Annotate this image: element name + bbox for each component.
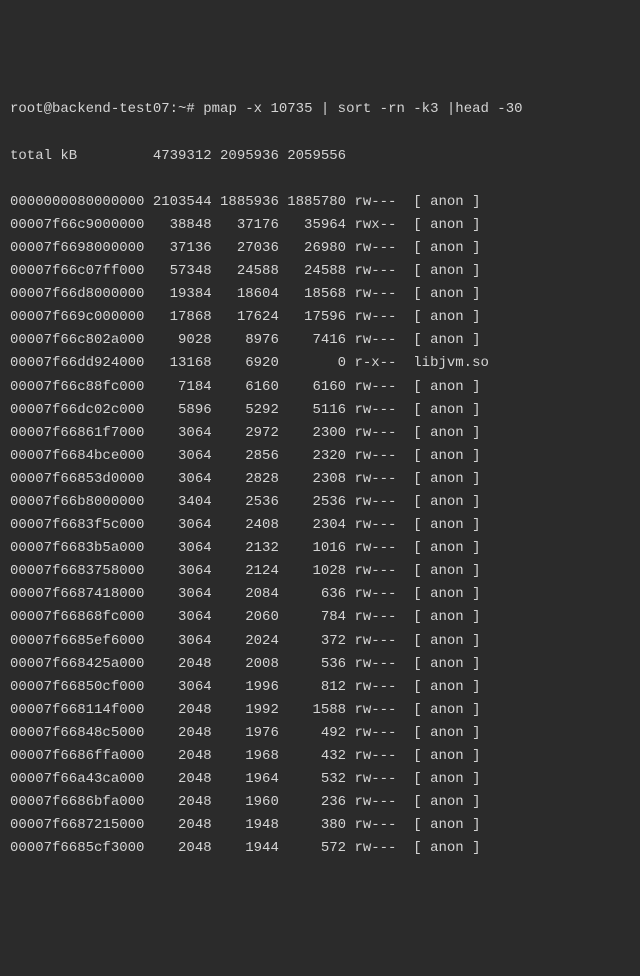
pmap-row: 00007f6685cf3000 2048 1944 572 rw--- [ a… bbox=[10, 837, 630, 860]
pmap-row: 00007f6683f5c000 3064 2408 2304 rw--- [ … bbox=[10, 514, 630, 537]
pmap-row: 00007f6686bfa000 2048 1960 236 rw--- [ a… bbox=[10, 791, 630, 814]
command: pmap -x 10735 | sort -rn -k3 |head -30 bbox=[203, 101, 522, 117]
pmap-row: 00007f6683b5a000 3064 2132 1016 rw--- [ … bbox=[10, 537, 630, 560]
pmap-row: 00007f668425a000 2048 2008 536 rw--- [ a… bbox=[10, 653, 630, 676]
pmap-row: 00007f6684bce000 3064 2856 2320 rw--- [ … bbox=[10, 445, 630, 468]
pmap-row: 00007f66c07ff000 57348 24588 24588 rw---… bbox=[10, 260, 630, 283]
pmap-row: 00007f66c802a000 9028 8976 7416 rw--- [ … bbox=[10, 329, 630, 352]
pmap-row: 00007f6687418000 3064 2084 636 rw--- [ a… bbox=[10, 583, 630, 606]
pmap-row: 00007f6686ffa000 2048 1968 432 rw--- [ a… bbox=[10, 745, 630, 768]
pmap-row: 00007f66dd924000 13168 6920 0 r-x-- libj… bbox=[10, 352, 630, 375]
pmap-row: 00007f66861f7000 3064 2972 2300 rw--- [ … bbox=[10, 422, 630, 445]
pmap-row: 00007f66dc02c000 5896 5292 5116 rw--- [ … bbox=[10, 399, 630, 422]
pmap-row: 00007f6683758000 3064 2124 1028 rw--- [ … bbox=[10, 560, 630, 583]
prompt-line: root@backend-test07:~# pmap -x 10735 | s… bbox=[10, 98, 630, 121]
pmap-row: 00007f669c000000 17868 17624 17596 rw---… bbox=[10, 306, 630, 329]
total-line: total kB 4739312 2095936 2059556 bbox=[10, 145, 630, 168]
pmap-row: 00007f66a43ca000 2048 1964 532 rw--- [ a… bbox=[10, 768, 630, 791]
pmap-row: 00007f6685ef6000 3064 2024 372 rw--- [ a… bbox=[10, 630, 630, 653]
pmap-row: 00007f66d8000000 19384 18604 18568 rw---… bbox=[10, 283, 630, 306]
prompt: root@backend-test07:~# bbox=[10, 101, 195, 117]
pmap-row: 0000000080000000 2103544 1885936 1885780… bbox=[10, 191, 630, 214]
pmap-row: 00007f6687215000 2048 1948 380 rw--- [ a… bbox=[10, 814, 630, 837]
pmap-row: 00007f668114f000 2048 1992 1588 rw--- [ … bbox=[10, 699, 630, 722]
pmap-row: 00007f66850cf000 3064 1996 812 rw--- [ a… bbox=[10, 676, 630, 699]
pmap-row: 00007f66868fc000 3064 2060 784 rw--- [ a… bbox=[10, 606, 630, 629]
pmap-row: 00007f66853d0000 3064 2828 2308 rw--- [ … bbox=[10, 468, 630, 491]
pmap-row: 00007f6698000000 37136 27036 26980 rw---… bbox=[10, 237, 630, 260]
pmap-row: 00007f66c88fc000 7184 6160 6160 rw--- [ … bbox=[10, 376, 630, 399]
pmap-row: 00007f66b8000000 3404 2536 2536 rw--- [ … bbox=[10, 491, 630, 514]
pmap-row: 00007f66c9000000 38848 37176 35964 rwx--… bbox=[10, 214, 630, 237]
pmap-row: 00007f66848c5000 2048 1976 492 rw--- [ a… bbox=[10, 722, 630, 745]
